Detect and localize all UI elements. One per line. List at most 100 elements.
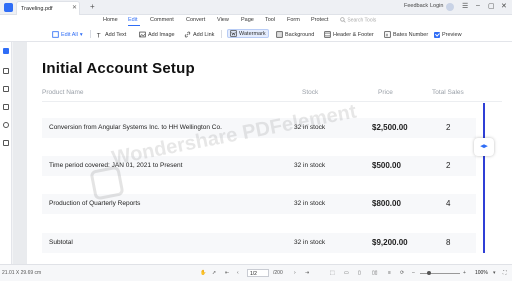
preview-label: Preview: [442, 31, 462, 38]
add-text-button[interactable]: T Add Text: [96, 30, 127, 40]
cell-product-name: Conversion from Angular Systems Inc. to …: [49, 124, 222, 131]
add-link-label: Add Link: [193, 31, 215, 38]
fit-width-icon[interactable]: ⬚: [330, 270, 335, 276]
cell-total-sales: 2: [446, 161, 451, 170]
bates-number-button[interactable]: # Bates Number: [384, 30, 428, 39]
feedback-link[interactable]: Feedback: [404, 3, 428, 9]
left-panel: [0, 42, 12, 264]
current-page: 1/2: [250, 271, 257, 277]
table-row: [42, 233, 476, 253]
image-icon: [139, 31, 146, 38]
svg-text:T: T: [97, 32, 101, 38]
two-page-icon[interactable]: ▯▯: [372, 270, 378, 276]
page-number-input[interactable]: 1/2: [247, 269, 269, 277]
background-button[interactable]: Background: [276, 30, 314, 39]
chevron-down-icon: ▾: [79, 31, 83, 38]
title-bar: Traveling.pdf ✕ + Feedback Login ☰ – ▢ ✕: [0, 0, 512, 15]
menu-edit[interactable]: Edit: [128, 17, 137, 23]
attachment-icon[interactable]: [3, 104, 9, 110]
edit-toolbar: Edit All ▾ T Add Text Add Image Add Link…: [0, 26, 512, 42]
preview-checkbox[interactable]: Preview: [434, 30, 462, 39]
tab-title: Traveling.pdf: [21, 6, 53, 12]
next-page-icon[interactable]: ›: [294, 270, 296, 276]
cell-price: $800.00: [372, 199, 401, 208]
scroll-icon[interactable]: ≡: [388, 270, 391, 276]
edit-all-button[interactable]: Edit All ▾: [52, 30, 83, 39]
single-page-icon[interactable]: ▯: [358, 270, 361, 276]
select-tool-icon[interactable]: ➚: [212, 270, 216, 276]
menu-tool[interactable]: Tool: [265, 17, 275, 23]
zoom-slider[interactable]: [420, 273, 460, 274]
zoom-level[interactable]: 100%: [473, 269, 491, 277]
more-menu-icon[interactable]: ☰: [462, 2, 468, 10]
column-header-total-sales: Total Sales: [432, 89, 464, 96]
toolbar-divider: [90, 30, 91, 38]
watermark-button[interactable]: Watermark: [227, 29, 269, 38]
search-icon: [340, 17, 346, 23]
avatar[interactable]: [446, 3, 454, 11]
background-icon: [276, 31, 283, 38]
menu-comment[interactable]: Comment: [150, 17, 174, 23]
last-page-icon[interactable]: ⇥: [305, 270, 309, 276]
toolbar-divider: [221, 30, 222, 38]
cell-price: $2,500.00: [372, 123, 408, 132]
add-image-button[interactable]: Add Image: [139, 30, 175, 39]
minimize-icon[interactable]: –: [476, 2, 480, 9]
search-tools[interactable]: Search Tools: [340, 17, 376, 23]
column-header-stock: Stock: [302, 89, 319, 96]
search-placeholder: Search Tools: [347, 17, 377, 24]
cell-total-sales: 2: [446, 123, 451, 132]
tab-close-icon[interactable]: ✕: [72, 4, 77, 11]
status-bar: 21.01 X 29.69 cm ✋ ➚ ⇤ ‹ 1/2 /200 › ⇥ ⬚ …: [0, 264, 512, 281]
menu-convert[interactable]: Convert: [186, 17, 205, 23]
cell-product-name: Production of Quarterly Reports: [49, 200, 141, 207]
cell-price: $9,200.00: [372, 238, 408, 247]
zoom-slider-knob[interactable]: [427, 271, 431, 275]
zoom-dropdown-icon[interactable]: ▾: [493, 270, 496, 276]
menu-home[interactable]: Home: [103, 17, 118, 23]
cell-stock: 32 in stock: [294, 200, 326, 207]
hand-tool-icon[interactable]: ✋: [200, 270, 206, 276]
close-window-icon[interactable]: ✕: [501, 2, 507, 10]
link-icon: [184, 31, 191, 38]
zoom-in-icon[interactable]: +: [463, 270, 466, 276]
fit-page-icon[interactable]: ▭: [344, 270, 349, 276]
layers-icon[interactable]: [3, 140, 9, 146]
page-dimensions: 21.01 X 29.69 cm: [2, 270, 42, 276]
menu-protect[interactable]: Protect: [311, 17, 328, 23]
watermark-label: Watermark: [239, 30, 266, 37]
column-header-price: Price: [378, 89, 393, 96]
tab-document[interactable]: Traveling.pdf: [16, 1, 80, 15]
login-link[interactable]: Login: [430, 3, 443, 9]
new-tab-icon[interactable]: +: [90, 2, 95, 11]
menu-page[interactable]: Page: [241, 17, 254, 23]
comment-icon[interactable]: [3, 86, 9, 92]
app-logo-icon: [4, 3, 13, 12]
compare-slider-handle[interactable]: ◂▸: [474, 138, 494, 156]
watermark-icon: [230, 30, 237, 37]
add-link-button[interactable]: Add Link: [184, 30, 214, 39]
rotate-icon[interactable]: ⟳: [400, 270, 404, 276]
thumbnail-icon[interactable]: [3, 48, 9, 54]
menu-bar: Home Edit Comment Convert View Page Tool…: [0, 15, 512, 26]
compare-divider-line[interactable]: [483, 103, 485, 253]
bates-number-label: Bates Number: [393, 31, 429, 38]
header-divider: [42, 101, 502, 102]
fullscreen-icon[interactable]: ⛶: [503, 270, 507, 276]
edit-all-icon: [52, 31, 59, 38]
add-image-label: Add Image: [148, 31, 175, 38]
bookmark-icon[interactable]: [3, 68, 9, 74]
cell-stock: 32 in stock: [294, 162, 326, 169]
page-title: Initial Account Setup: [42, 60, 195, 77]
zoom-out-icon[interactable]: –: [412, 270, 415, 276]
menu-form[interactable]: Form: [287, 17, 300, 23]
checkbox-checked-icon: [434, 31, 440, 38]
search-panel-icon[interactable]: [3, 122, 9, 128]
background-label: Background: [285, 31, 315, 38]
menu-view[interactable]: View: [217, 17, 229, 23]
cell-total-sales: 8: [446, 238, 451, 247]
first-page-icon[interactable]: ⇤: [225, 270, 229, 276]
prev-page-icon[interactable]: ‹: [237, 270, 239, 276]
maximize-icon[interactable]: ▢: [488, 2, 495, 10]
header-footer-button[interactable]: Header & Footer: [324, 30, 374, 39]
